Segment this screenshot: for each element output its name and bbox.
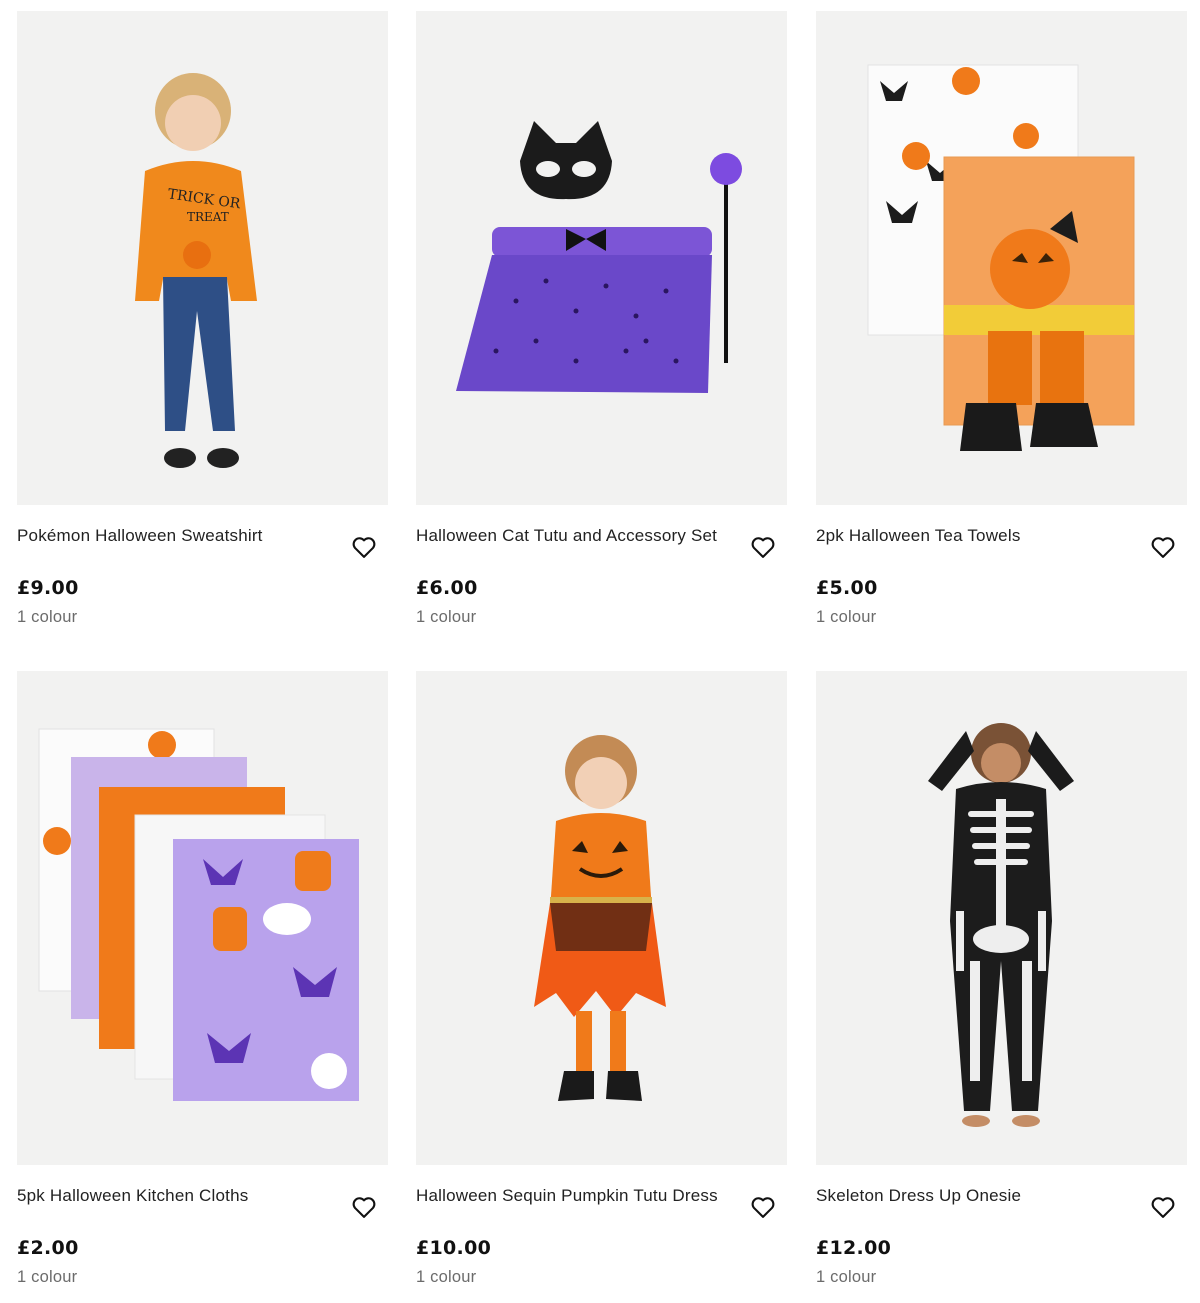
svg-text:TREAT: TREAT <box>187 210 229 224</box>
product-price: £5.00 <box>816 577 878 599</box>
heart-icon[interactable] <box>749 533 777 561</box>
product-image[interactable] <box>416 671 787 1165</box>
colour-count: 1 colour <box>17 1268 78 1286</box>
cat-tutu-image <box>416 11 787 505</box>
product-name[interactable]: 5pk Halloween Kitchen Cloths <box>17 1185 337 1207</box>
kitchen-cloths-image <box>17 671 388 1165</box>
colour-count: 1 colour <box>816 608 877 626</box>
heart-icon[interactable] <box>749 1193 777 1221</box>
product-image[interactable] <box>816 671 1187 1165</box>
product-image[interactable] <box>816 11 1187 505</box>
product-price: £2.00 <box>17 1237 79 1259</box>
colour-count: 1 colour <box>816 1268 877 1286</box>
product-name[interactable]: Halloween Sequin Pumpkin Tutu Dress <box>416 1185 736 1207</box>
product-price: £6.00 <box>416 577 478 599</box>
heart-icon[interactable] <box>1149 1193 1177 1221</box>
skeleton-onesie-image <box>816 671 1187 1165</box>
tea-towels-image <box>816 11 1187 505</box>
product-name[interactable]: Skeleton Dress Up Onesie <box>816 1185 1136 1207</box>
product-price: £12.00 <box>816 1237 892 1259</box>
heart-icon[interactable] <box>350 533 378 561</box>
product-image[interactable] <box>17 671 388 1165</box>
product-image[interactable] <box>416 11 787 505</box>
product-name[interactable]: Pokémon Halloween Sweatshirt <box>17 525 337 547</box>
heart-icon[interactable] <box>1149 533 1177 561</box>
colour-count: 1 colour <box>17 608 78 626</box>
colour-count: 1 colour <box>416 608 477 626</box>
product-image[interactable]: TRICK OR TREAT <box>17 11 388 505</box>
boy-sweatshirt-image: TRICK OR TREAT <box>17 11 388 505</box>
product-price: £10.00 <box>416 1237 492 1259</box>
product-price: £9.00 <box>17 577 79 599</box>
pumpkin-dress-image <box>416 671 787 1165</box>
colour-count: 1 colour <box>416 1268 477 1286</box>
product-name[interactable]: Halloween Cat Tutu and Accessory Set <box>416 525 736 547</box>
heart-icon[interactable] <box>350 1193 378 1221</box>
product-name[interactable]: 2pk Halloween Tea Towels <box>816 525 1136 547</box>
